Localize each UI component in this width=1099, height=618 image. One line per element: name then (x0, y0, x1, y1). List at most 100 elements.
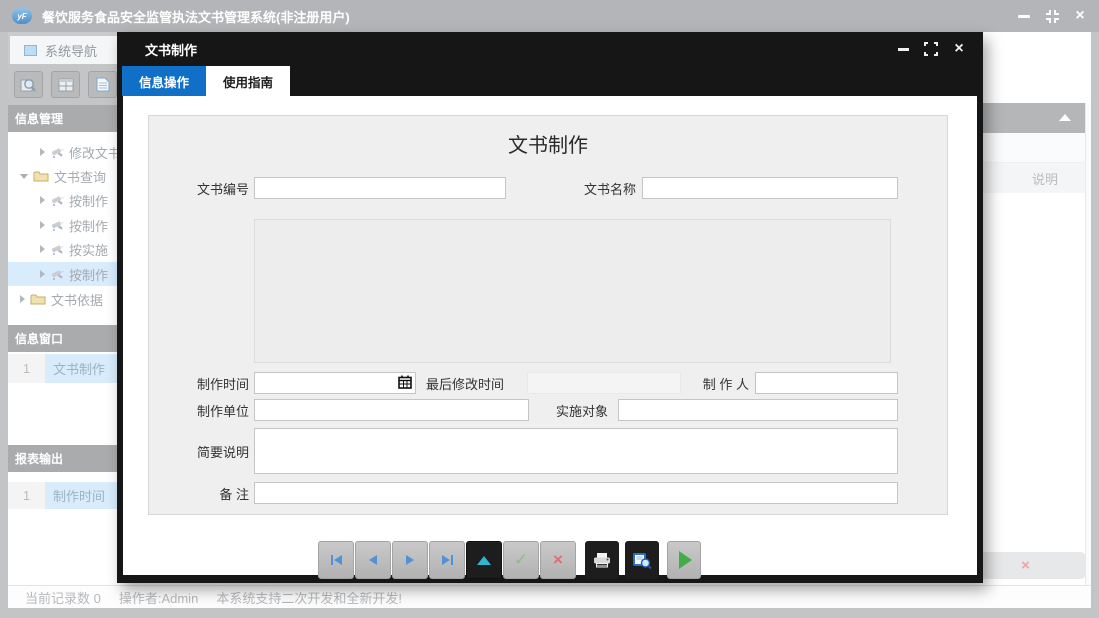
wand-icon (50, 146, 64, 159)
minimize-icon[interactable] (1015, 7, 1033, 25)
window-square-icon (24, 45, 37, 56)
prior-record-button[interactable] (355, 541, 391, 579)
document-icon (96, 77, 110, 92)
brief-label: 简要说明 (159, 440, 249, 462)
application-window: yF 餐饮服务食品安全监管执法文书管理系统(非注册用户) × 系统导航 (0, 0, 1099, 618)
section-info-window[interactable]: 信息窗口 (8, 325, 117, 352)
make-time-input[interactable] (254, 372, 416, 394)
first-record-button[interactable] (318, 541, 354, 579)
tree-item-label: 文书查询 (54, 167, 106, 186)
brief-textarea[interactable] (254, 428, 898, 474)
tab-user-guide[interactable]: 使用指南 (206, 66, 290, 96)
window-frame-right (1091, 32, 1099, 618)
collapse-up-icon[interactable] (1059, 114, 1071, 121)
tab-system-navigation[interactable]: 系统导航 (10, 36, 117, 64)
chevron-right-icon (20, 295, 25, 303)
chevron-right-icon (40, 245, 45, 253)
tree-folder-doc-basis[interactable]: 文书依据 (8, 287, 117, 311)
edit-record-button[interactable] (466, 541, 502, 579)
grid-icon (58, 78, 74, 92)
section-title: 信息窗口 (15, 330, 63, 347)
cancel-button[interactable]: × (540, 541, 576, 579)
print-preview-button[interactable] (625, 541, 659, 579)
chevron-right-icon (40, 221, 45, 229)
operator-label: 操作者:Admin (119, 588, 198, 607)
doc-name-input[interactable] (642, 177, 898, 199)
modal-tabs: 信息操作 使用指南 (122, 66, 290, 96)
search-icon (20, 77, 38, 93)
modal-minimize-icon[interactable] (895, 41, 911, 57)
chevron-right-icon (40, 196, 45, 204)
maker-input[interactable] (755, 372, 898, 394)
restore-icon[interactable] (1043, 7, 1061, 25)
tree-folder-doc-query[interactable]: 文书查询 (8, 164, 117, 188)
first-icon (331, 555, 333, 565)
calendar-icon[interactable] (398, 375, 412, 392)
make-unit-input[interactable] (254, 399, 529, 421)
tree-item-label: 修改文书 (69, 143, 117, 162)
tab-label: 系统导航 (45, 41, 97, 60)
chevron-down-icon (20, 174, 28, 179)
tree-item-label: 文书依据 (51, 290, 103, 309)
right-panel-row (983, 133, 1085, 163)
window-frame-bottom (0, 608, 1099, 618)
document-body-area[interactable] (254, 219, 891, 363)
info-window-row[interactable]: 1 文书制作 (8, 354, 117, 383)
remark-input[interactable] (254, 482, 898, 504)
cross-icon: × (553, 550, 563, 570)
app-logo-icon: yF (12, 8, 32, 24)
maker-label: 制 作 人 (677, 372, 749, 394)
tree-item-by-target[interactable]: 按实施 (8, 237, 117, 261)
next-record-button[interactable] (392, 541, 428, 579)
confirm-button[interactable]: ✓ (503, 541, 539, 579)
document-button[interactable] (88, 71, 117, 98)
sidebar-toolbar (8, 64, 117, 105)
search-button[interactable] (14, 71, 43, 98)
column-label: 说明 (1032, 169, 1058, 188)
run-button[interactable] (667, 541, 701, 579)
doc-no-input[interactable] (254, 177, 506, 199)
document-form-panel: 文书制作 文书编号 文书名称 制作时间 最后修改时间 制 作 人 (148, 115, 948, 515)
wand-icon (50, 194, 64, 207)
tree-item-by-maker-1[interactable]: 按制作 (8, 188, 117, 212)
last-modified-label: 最后修改时间 (426, 372, 526, 394)
section-info-management[interactable]: 信息管理 (8, 105, 117, 132)
vertical-scrollbar[interactable] (1085, 103, 1091, 585)
record-navigator-toolbar: ✓ × (318, 541, 701, 579)
section-report-output[interactable]: 报表输出 (8, 445, 117, 472)
edit-up-icon (477, 556, 491, 565)
last-icon (442, 555, 450, 565)
status-bar: 当前记录数 0 操作者:Admin 本系统支持二次开发和全新开发! (8, 585, 1091, 608)
status-note: 本系统支持二次开发和全新开发! (216, 588, 402, 607)
last-modified-field (527, 372, 681, 394)
last-record-button[interactable] (429, 541, 465, 579)
remark-label: 备 注 (159, 482, 249, 504)
tree-item-by-maker-2[interactable]: 按制作 (8, 213, 117, 237)
doc-no-label: 文书编号 (159, 177, 249, 199)
section-title: 信息管理 (15, 110, 63, 127)
modal-close-icon[interactable]: × (951, 41, 967, 57)
tree-item-by-maker-3-selected[interactable]: 按制作 (8, 262, 117, 286)
modal-content: 文书制作 文书编号 文书名称 制作时间 最后修改时间 制 作 人 (123, 96, 977, 575)
tab-info-operation[interactable]: 信息操作 (122, 66, 206, 96)
grid-view-button[interactable] (51, 71, 80, 98)
record-count: 当前记录数 0 (25, 588, 101, 607)
tree-item-modify-doc[interactable]: 修改文书 (8, 140, 117, 164)
background-cancel-button[interactable]: × (965, 552, 1086, 579)
make-time-label: 制作时间 (159, 372, 249, 394)
make-unit-label: 制作单位 (159, 399, 249, 421)
chevron-right-icon (40, 270, 45, 278)
modal-maximize-icon[interactable] (923, 41, 939, 57)
target-input[interactable] (618, 399, 898, 421)
tree-item-label: 按实施 (69, 240, 108, 259)
close-icon[interactable]: × (1071, 7, 1089, 25)
collapse-panel-header[interactable] (983, 103, 1085, 133)
section-title: 报表输出 (15, 450, 63, 467)
right-panel-column-header: 说明 (983, 163, 1085, 193)
print-button[interactable] (585, 541, 619, 579)
folder-icon (30, 293, 46, 305)
row-label: 文书制作 (45, 354, 117, 383)
report-output-row[interactable]: 1 制作时间 (8, 482, 117, 509)
wand-icon (50, 268, 64, 281)
modal-titlebar[interactable]: 文书制作 × (117, 32, 983, 66)
